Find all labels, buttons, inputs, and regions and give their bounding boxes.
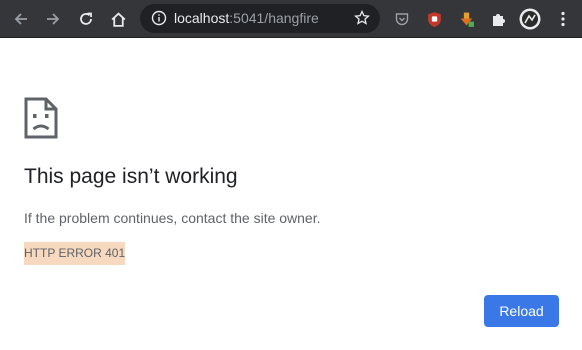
extensions-button[interactable] bbox=[485, 6, 511, 32]
error-title: This page isn’t working bbox=[24, 165, 238, 188]
home-icon bbox=[111, 11, 125, 27]
back-arrow-icon bbox=[14, 13, 27, 25]
error-description: If the problem continues, contact the si… bbox=[24, 210, 321, 226]
pocket-button[interactable] bbox=[389, 6, 415, 32]
pocket-icon bbox=[395, 13, 409, 26]
url-path: :5041/hangfire bbox=[229, 10, 319, 26]
download-extension-button[interactable] bbox=[453, 6, 479, 32]
reload-button[interactable]: Reload bbox=[484, 295, 559, 327]
forward-button[interactable] bbox=[40, 6, 66, 32]
profile-button[interactable] bbox=[517, 6, 543, 32]
ublock-button[interactable] bbox=[421, 6, 447, 32]
url-text: localhost:5041/hangfire bbox=[174, 10, 319, 27]
forward-arrow-icon bbox=[47, 13, 60, 25]
extensions-puzzle-icon bbox=[493, 14, 505, 26]
menu-button[interactable] bbox=[550, 6, 576, 32]
sad-page-icon bbox=[24, 97, 58, 139]
ublock-icon bbox=[427, 11, 441, 27]
reload-icon bbox=[80, 12, 92, 25]
address-bar[interactable]: localhost:5041/hangfire bbox=[140, 4, 380, 33]
browser-toolbar: localhost:5041/hangfire bbox=[0, 0, 582, 38]
star-icon[interactable] bbox=[354, 10, 370, 26]
reload-toolbar-button[interactable] bbox=[73, 6, 99, 32]
url-host: localhost bbox=[174, 10, 230, 26]
profile-avatar-icon bbox=[519, 8, 541, 30]
back-button[interactable] bbox=[8, 6, 34, 32]
home-button[interactable] bbox=[105, 6, 131, 32]
menu-kebab-icon bbox=[561, 11, 565, 27]
download-extension-icon bbox=[460, 12, 474, 27]
info-icon bbox=[151, 10, 167, 26]
error-code: HTTP ERROR 401 bbox=[24, 242, 126, 265]
